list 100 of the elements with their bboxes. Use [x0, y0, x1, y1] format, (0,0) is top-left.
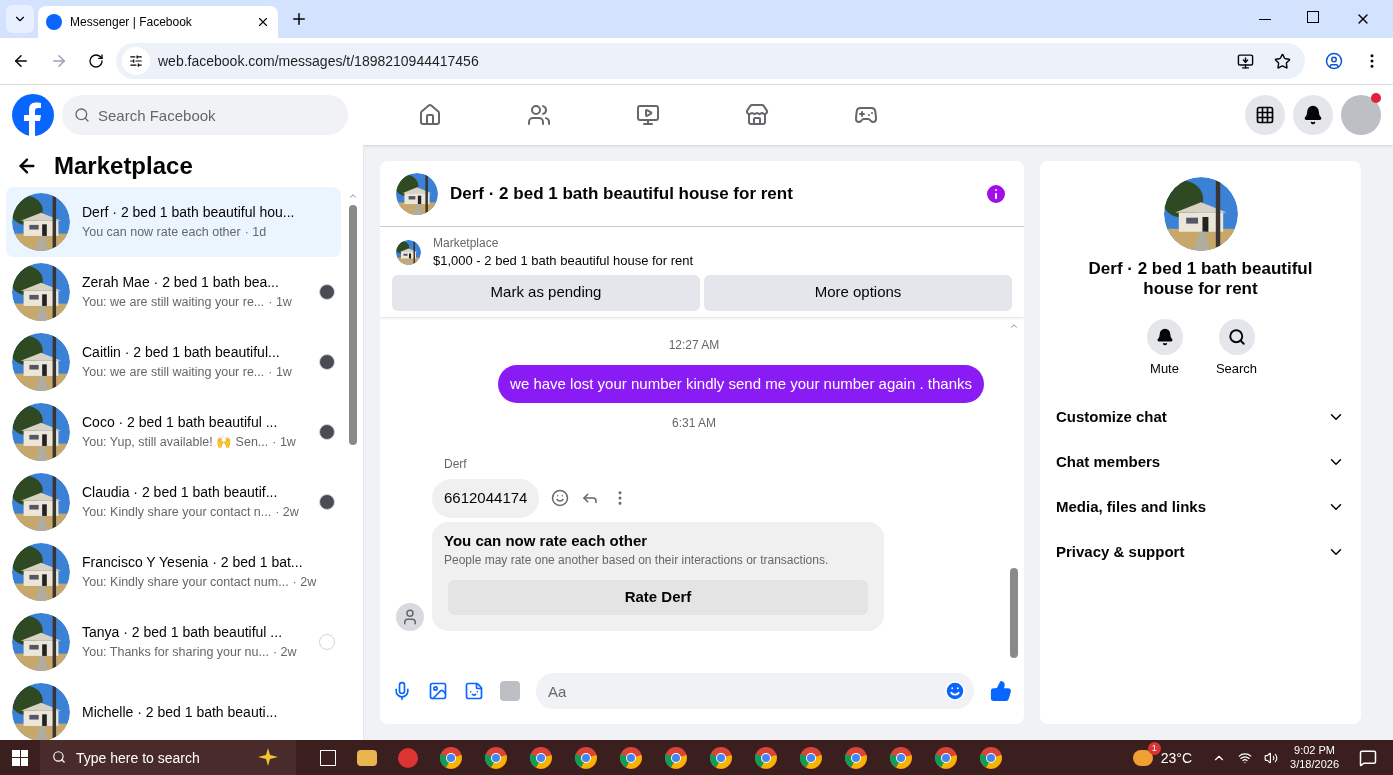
sticker-icon[interactable]: [464, 681, 484, 701]
site-info-icon[interactable]: [129, 54, 143, 68]
conversation-item[interactable]: Derf · 2 bed 1 bath beautiful hou... You can now rate each other · 1d: [6, 187, 341, 257]
conversation-title: Zerah Mae · 2 bed 1 bath bea...: [82, 273, 280, 293]
forward-icon[interactable]: [50, 52, 68, 70]
info-action-button[interactable]: Search: [1212, 319, 1261, 379]
chrome-icon[interactable]: [754, 745, 778, 770]
windows-start-icon[interactable]: [12, 749, 28, 766]
video-icon[interactable]: [636, 103, 660, 127]
conversation-preview: You: Kindly share your contact n...: [82, 504, 272, 522]
chrome-icon[interactable]: [889, 745, 913, 770]
info-section[interactable]: Chat members: [1056, 439, 1345, 485]
notifications-icon[interactable]: [1359, 748, 1377, 767]
chrome-icon[interactable]: [619, 745, 643, 770]
chrome-icon[interactable]: [439, 745, 463, 770]
conversation-title: Derf · 2 bed 1 bath beautiful hou...: [82, 203, 296, 223]
notifications-button[interactable]: [1293, 95, 1333, 135]
search-icon: [74, 107, 90, 123]
info-action-button[interactable]: Mute: [1140, 319, 1189, 379]
conversation-item[interactable]: Caitlin · 2 bed 1 bath beautiful... You: we are still waiting your re... · 1w: [6, 327, 341, 397]
weather-icon[interactable]: [1132, 749, 1153, 766]
read-receipt-avatar: [319, 284, 335, 300]
friends-icon[interactable]: [527, 103, 551, 127]
network-icon[interactable]: [1238, 750, 1253, 765]
microphone-icon[interactable]: [392, 681, 412, 701]
conversation-time: · 1w: [272, 434, 296, 452]
app-icon[interactable]: [398, 747, 418, 768]
conversation-time: · 2w: [292, 574, 317, 592]
chrome-icon[interactable]: [574, 745, 598, 770]
back-icon[interactable]: [12, 52, 30, 70]
facebook-logo-icon[interactable]: [12, 94, 54, 136]
conversation-time: · 2w: [275, 504, 299, 522]
file-explorer-icon[interactable]: [357, 749, 377, 766]
read-receipt-avatar: [319, 494, 335, 510]
search-icon: [52, 750, 66, 764]
conversation-time: · 1w: [268, 294, 292, 312]
reload-icon[interactable]: [88, 53, 104, 69]
info-section[interactable]: Privacy & support: [1056, 529, 1345, 575]
conversation-item[interactable]: Francisco Y Yesenia · 2 bed 1 bat... You: Kindly share your contact num... · 2w: [6, 537, 341, 607]
chrome-icon[interactable]: [664, 745, 688, 770]
profile-icon[interactable]: [1325, 52, 1343, 70]
outgoing-message: we have lost your number kindly send me your number again . thanks: [498, 364, 984, 403]
conversation-item[interactable]: Coco · 2 bed 1 bath beautiful ... You: Yup, still available! 🙌 Sen... · 1w: [6, 397, 341, 467]
weather-badge: 1: [1147, 741, 1161, 755]
chat-title: Derf · 2 bed 1 bath beautiful house for rent: [450, 182, 794, 205]
conversation-item[interactable]: Michelle · 2 bed 1 bath beauti...: [6, 677, 341, 740]
taskbar-search-field[interactable]: Type here to search: [40, 740, 296, 775]
avatar-placeholder: [396, 602, 424, 631]
read-receipt-avatar: [319, 424, 335, 440]
chrome-icon[interactable]: [529, 745, 553, 770]
chrome-icon[interactable]: [709, 745, 733, 770]
message-field[interactable]: Aa: [536, 673, 974, 709]
conversation-item[interactable]: Tanya · 2 bed 1 bath beautiful ... You: Thanks for sharing your nu... · 2w: [6, 607, 341, 677]
conversation-preview: You: Yup, still available! 🙌 Sen...: [82, 434, 269, 452]
restore-icon[interactable]: [1307, 11, 1319, 23]
marketplace-icon[interactable]: [745, 103, 769, 127]
temperature: 23°C: [1160, 748, 1193, 768]
account-avatar[interactable]: [1341, 95, 1381, 135]
address-bar[interactable]: web.facebook.com/messages/t/1898210944417456: [116, 43, 1305, 79]
react-icon[interactable]: [551, 489, 570, 508]
listing-action-button[interactable]: More options: [704, 274, 1012, 311]
clock-time: 9:02 PM: [1294, 743, 1335, 758]
bookmark-icon[interactable]: [1274, 52, 1291, 70]
chrome-icon[interactable]: [484, 745, 508, 770]
search-icon: [1227, 328, 1246, 346]
emoji-icon[interactable]: [944, 680, 966, 702]
info-section[interactable]: Media, files and links: [1056, 484, 1345, 530]
photo-icon[interactable]: [428, 681, 448, 701]
conversation-preview: You: we are still waiting your re...: [82, 364, 265, 382]
info-title: Derf · 2 bed 1 bath beautiful house for rent: [1087, 259, 1314, 299]
conversation-item[interactable]: Zerah Mae · 2 bed 1 bath bea... You: we are still waiting your re... · 1w: [6, 257, 341, 327]
listing-label: Marketplace: [433, 235, 500, 251]
conversation-title: Francisco Y Yesenia · 2 bed 1 bat...: [82, 553, 304, 573]
bell-icon: [1303, 105, 1323, 125]
facebook-search-field[interactable]: Search Facebook: [62, 95, 348, 135]
chrome-icon[interactable]: [979, 745, 1003, 770]
conversation-title: Caitlin · 2 bed 1 bath beautiful...: [82, 343, 281, 363]
task-view-icon[interactable]: [320, 749, 336, 766]
browser-tab[interactable]: Messenger | Facebook: [38, 6, 278, 38]
install-icon[interactable]: [1237, 52, 1254, 70]
menu-button[interactable]: [1245, 95, 1285, 135]
tab-title: Messenger | Facebook: [70, 14, 193, 30]
conversation-title: Michelle · 2 bed 1 bath beauti...: [82, 702, 279, 722]
scrollbar-thumb[interactable]: [349, 205, 357, 445]
chrome-icon[interactable]: [934, 745, 958, 770]
scrollbar-thumb[interactable]: [1010, 568, 1018, 658]
chrome-icon[interactable]: [844, 745, 868, 770]
conversation-title: Tanya · 2 bed 1 bath beautiful ...: [82, 623, 284, 643]
new-tab-icon[interactable]: [290, 10, 308, 28]
volume-icon[interactable]: [1264, 750, 1279, 765]
message-timestamp: 6:31 AM: [672, 415, 716, 431]
chrome-icon[interactable]: [799, 745, 823, 770]
clock-date: 3/18/2026: [1290, 757, 1339, 772]
close-tab-icon[interactable]: [256, 15, 270, 29]
rate-button[interactable]: Rate Derf: [448, 580, 868, 615]
like-icon[interactable]: [990, 680, 1012, 702]
conversation-item[interactable]: Claudia · 2 bed 1 bath beautif... You: Kindly share your contact n... · 2w: [6, 467, 341, 537]
listing-action-button[interactable]: Mark as pending: [392, 274, 700, 311]
info-section[interactable]: Customize chat: [1056, 394, 1345, 440]
home-icon[interactable]: [418, 103, 442, 127]
